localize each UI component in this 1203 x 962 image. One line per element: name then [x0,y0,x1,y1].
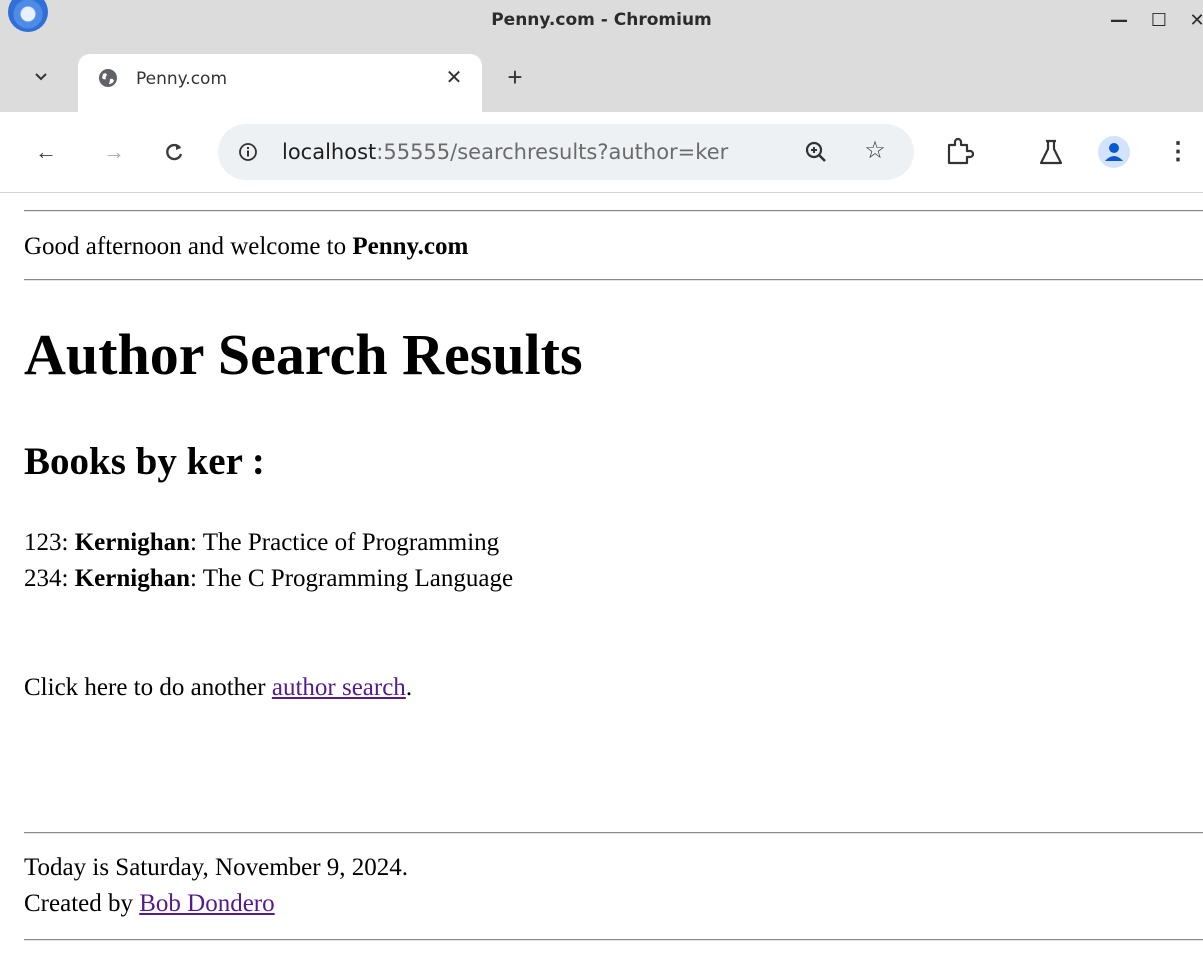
tab-search-button[interactable] [26,62,56,92]
result-title: The Practice of Programming [202,529,500,556]
info-circle-icon [239,143,257,161]
greeting-site-name: Penny.com [352,233,469,260]
window-titlebar: Penny.com - Chromium — ☐ ✕ [0,0,1203,40]
reload-button[interactable] [158,136,190,168]
page-content: Good afternoon and welcome to Penny.com … [0,193,1203,962]
footer-bottom-rule [24,939,1203,941]
footer: Today is Saturday, November 9, 2024. Cre… [24,850,408,922]
result-author: Kernighan [74,529,190,556]
result-row: 234: Kernighan: The C Programming Langua… [24,561,513,597]
person-icon [1105,143,1123,161]
author-credit-link[interactable]: Bob Dondero [139,890,274,917]
footer-credit: Created by Bob Dondero [24,886,408,922]
footer-date: Today is Saturday, November 9, 2024. [24,854,409,881]
tab-penny[interactable]: Penny.com ✕ [78,54,482,112]
minimize-button[interactable]: — [1108,10,1130,32]
footer-credit-text: Created by [24,890,140,917]
result-title: The C Programming Language [202,565,514,592]
close-window-button[interactable]: ✕ [1186,10,1203,32]
back-button[interactable]: ← [30,136,62,168]
footer-top-rule [24,832,1203,834]
result-author: Kernighan [74,565,190,592]
greeting-text: Good afternoon and welcome to [24,233,353,260]
result-separator: : [190,565,203,592]
url-path: :55555/searchresults?author=ker [376,140,729,164]
header-top-rule [24,210,1203,212]
another-search-suffix: . [405,674,413,701]
browser-menu-button[interactable]: ⋮ [1166,136,1190,168]
browser-toolbar: ← → localhost:55555/searchresults?author… [0,112,1203,193]
window-title: Penny.com - Chromium [491,10,712,30]
chevron-down-icon [35,73,47,81]
url-text[interactable]: localhost:55555/searchresults?author=ker [282,136,728,168]
tab-strip: Penny.com ✕ + [0,40,1203,112]
maximize-button[interactable]: ☐ [1148,10,1170,32]
forward-button[interactable]: → [98,136,130,168]
greeting: Good afternoon and welcome to Penny.com [24,233,468,261]
new-tab-button[interactable]: + [500,62,530,92]
url-host: localhost [282,140,377,164]
result-row: 123: Kernighan: The Practice of Programm… [24,525,513,561]
result-separator: : [61,529,75,556]
tab-close-button[interactable]: ✕ [440,64,468,92]
page-title: Author Search Results [24,322,583,387]
results-list: 123: Kernighan: The Practice of Programm… [24,525,513,597]
result-separator: : [61,565,75,592]
another-search-line: Click here to do another author search. [24,674,412,702]
header-bottom-rule [24,279,1203,281]
results-subtitle: Books by ker : [24,440,265,483]
magnifier-plus-icon [805,141,826,162]
profile-avatar-button[interactable] [1098,136,1130,168]
result-separator: : [190,529,203,556]
labs-flask-icon[interactable] [1036,136,1066,168]
result-isbn: 123 [24,529,62,556]
another-search-text: Click here to do another [24,674,272,701]
author-search-link[interactable]: author search [272,674,406,701]
tab-title: Penny.com [136,69,228,89]
address-bar[interactable]: localhost:55555/searchresults?author=ker… [218,124,914,180]
extensions-puzzle-icon[interactable] [944,136,975,168]
site-info-icon[interactable] [234,138,262,166]
zoom-icon[interactable] [802,138,830,166]
bookmark-star-icon[interactable]: ☆ [860,136,890,166]
reload-icon [166,143,183,161]
result-isbn: 234 [24,565,62,592]
globe-icon [99,69,117,87]
